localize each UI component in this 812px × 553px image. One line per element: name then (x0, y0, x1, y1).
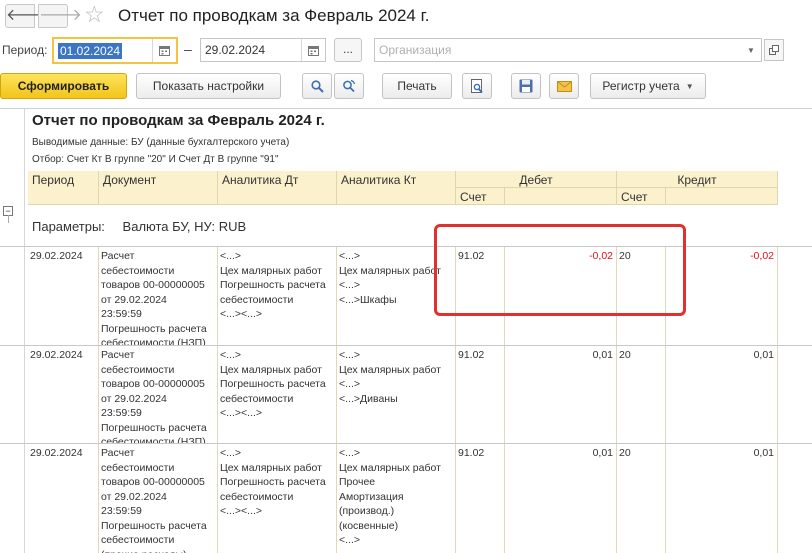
column-header-debit: Дебет (456, 171, 617, 188)
cell-debit-account[interactable]: 91.02 (456, 444, 505, 553)
column-header-document: Документ (99, 171, 218, 205)
forward-arrow-icon[interactable]: 🡒 (38, 4, 82, 28)
cell-analytics-dt[interactable]: <...> Цех малярных работ Погрешность рас… (218, 346, 337, 444)
cell-credit-amount: 0,01 (666, 346, 778, 444)
column-header-credit-amount (666, 188, 778, 205)
column-header-credit: Кредит (617, 171, 778, 188)
search-icon[interactable] (302, 73, 332, 99)
back-arrow-icon[interactable]: 🡐 (5, 4, 49, 28)
column-header-credit-account: Счет (617, 188, 666, 205)
print-preview-icon[interactable] (462, 73, 492, 99)
column-header-analytics-kt: Аналитика Кт (337, 171, 456, 205)
cell-debit-amount: 0,01 (505, 444, 617, 553)
calendar-icon[interactable] (301, 39, 325, 61)
column-header-debit-amount (505, 188, 617, 205)
mail-icon[interactable] (549, 73, 579, 99)
organization-placeholder: Организация (379, 43, 452, 57)
period-select-button[interactable]: ... (334, 38, 362, 62)
report-title: Отчет по проводкам за Февраль 2024 г. (32, 112, 325, 129)
cell-period: 29.02.2024 (28, 346, 99, 444)
generate-button[interactable]: Сформировать (0, 73, 127, 99)
highlight-annotation (434, 224, 686, 316)
cell-analytics-dt[interactable]: <...> Цех малярных работ Погрешность рас… (218, 444, 337, 553)
column-header-debit-account: Счет (456, 188, 505, 205)
table-row[interactable]: 29.02.2024 Расчет себестоимости товаров … (28, 444, 778, 553)
cell-document[interactable]: Расчет себестоимости товаров 00-00000005… (99, 247, 218, 346)
column-header-analytics-dt: Аналитика Дт (218, 171, 337, 205)
group-line (8, 215, 9, 223)
params-value: Валюта БУ, НУ: RUB (122, 219, 247, 234)
cell-document[interactable]: Расчет себестоимости товаров 00-00000005… (99, 346, 218, 444)
show-settings-button[interactable]: Показать настройки (136, 73, 281, 99)
report-params: Параметры: Валюта БУ, НУ: RUB (32, 219, 246, 234)
period-from-value[interactable]: 01.02.2024 (58, 43, 123, 59)
period-separator: – (184, 41, 192, 57)
chevron-down-icon: ▼ (685, 81, 694, 91)
register-label: Регистр учета (602, 79, 680, 93)
period-label: Период: (2, 43, 48, 57)
save-icon[interactable] (511, 73, 541, 99)
register-dropdown-button[interactable]: Регистр учета ▼ (590, 73, 706, 99)
cell-document[interactable]: Расчет себестоимости товаров 00-00000005… (99, 444, 218, 553)
search-refresh-icon[interactable] (334, 73, 364, 99)
calendar-icon[interactable] (152, 39, 176, 62)
period-to-field[interactable]: 29.02.2024 (200, 38, 326, 62)
cell-credit-account[interactable]: 20 (617, 444, 666, 553)
cell-credit-account[interactable]: 20 (617, 346, 666, 444)
cell-analytics-kt[interactable]: <...> Цех малярных работ Прочее Амортиза… (337, 444, 456, 553)
grouping-gutter (0, 109, 25, 553)
report-filter-line: Отбор: Счет Кт В группе "20" И Счет Дт В… (32, 154, 279, 165)
cell-debit-account[interactable]: 91.02 (456, 346, 505, 444)
column-header-period: Период (28, 171, 99, 205)
table-row[interactable]: 29.02.2024 Расчет себестоимости товаров … (28, 346, 778, 444)
print-button[interactable]: Печать (382, 73, 452, 99)
params-label: Параметры: (32, 219, 105, 234)
period-to-value[interactable]: 29.02.2024 (205, 43, 265, 57)
cell-period: 29.02.2024 (28, 247, 99, 346)
chevron-down-icon[interactable]: ▼ (741, 39, 761, 61)
title-bar: 🡐 🡒 ☆ Отчет по проводкам за Февраль 2024… (0, 0, 812, 36)
cell-debit-amount: 0,01 (505, 346, 617, 444)
organization-field[interactable]: Организация ▼ (374, 38, 762, 62)
period-from-field[interactable]: 01.02.2024 (52, 37, 178, 64)
cell-analytics-kt[interactable]: <...> Цех малярных работ <...> <...>Дива… (337, 346, 456, 444)
page-title: Отчет по проводкам за Февраль 2024 г. (118, 6, 430, 25)
report-area: − Отчет по проводкам за Февраль 2024 г. … (0, 108, 812, 553)
report-data-line: Выводимые данные: БУ (данные бухгалтерск… (32, 137, 290, 148)
favorite-star-icon[interactable]: ☆ (84, 1, 105, 28)
cell-period: 29.02.2024 (28, 444, 99, 553)
cell-credit-amount: 0,01 (666, 444, 778, 553)
open-icon[interactable] (764, 39, 784, 61)
cell-analytics-dt[interactable]: <...> Цех малярных работ Погрешность рас… (218, 247, 337, 346)
